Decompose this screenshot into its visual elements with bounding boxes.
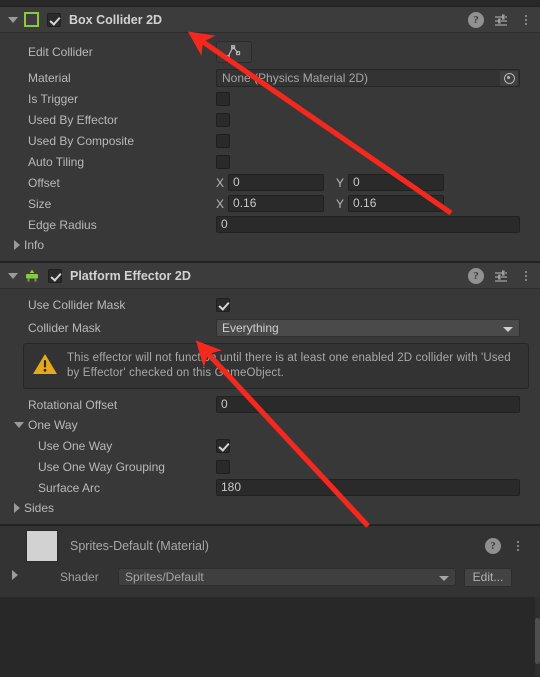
platform-effector-2d-enabled-checkbox[interactable] — [48, 268, 62, 283]
platform-effector-2d-title: Platform Effector 2D — [70, 268, 191, 283]
material-label: Material — [28, 70, 71, 85]
edit-collider-icon — [225, 45, 241, 60]
row-used-by-composite: Used By Composite — [0, 130, 540, 151]
material-object-picker-icon[interactable] — [500, 70, 518, 86]
auto-tiling-checkbox[interactable] — [216, 154, 230, 169]
surface-arc-input[interactable]: 180 — [216, 479, 520, 496]
kebab-menu-icon[interactable] — [518, 268, 534, 284]
rotational-offset-label: Rotational Offset — [28, 397, 118, 412]
help-icon[interactable]: ? — [485, 538, 501, 554]
row-material: Material None (Physics Material 2D) — [0, 67, 540, 88]
use-one-way-checkbox[interactable] — [216, 438, 230, 453]
row-use-one-way-grouping: Use One Way Grouping — [0, 456, 540, 477]
row-surface-arc: Surface Arc 180 — [0, 477, 540, 498]
kebab-menu-icon[interactable] — [518, 12, 534, 28]
row-size: Size X 0.16 Y 0.16 — [0, 193, 540, 214]
use-one-way-grouping-label: Use One Way Grouping — [38, 459, 165, 474]
help-icon[interactable]: ? — [468, 267, 484, 284]
size-label: Size — [28, 196, 52, 211]
kebab-menu-icon[interactable] — [510, 538, 526, 554]
preset-icon[interactable] — [493, 12, 509, 28]
sides-foldout[interactable]: Sides — [0, 498, 540, 518]
size-x-axis-label: X — [216, 196, 225, 211]
offset-x-input[interactable]: 0 — [228, 174, 325, 191]
info-label: Info — [24, 238, 45, 252]
effector-warning-text: This effector will not function until th… — [67, 352, 511, 379]
shader-dropdown[interactable]: Sprites/Default — [118, 568, 456, 586]
edge-radius-input[interactable]: 0 — [216, 216, 520, 233]
collider-mask-label: Collider Mask — [28, 320, 101, 335]
size-y-axis-label: Y — [336, 196, 345, 211]
material-preview-header[interactable]: Sprites-Default (Material) ? — [0, 526, 540, 566]
info-foldout[interactable]: Info — [0, 235, 540, 255]
platform-effector-2d-icon — [24, 268, 40, 284]
material-shader-row: Shader Sprites/Default Edit... — [0, 566, 540, 588]
effector-warning-helpbox: This effector will not function until th… — [23, 343, 529, 389]
is-trigger-checkbox[interactable] — [216, 91, 230, 106]
use-one-way-label: Use One Way — [38, 438, 113, 453]
platform-effector-2d-header[interactable]: Platform Effector 2D ? — [0, 263, 540, 289]
use-one-way-grouping-checkbox[interactable] — [216, 459, 230, 474]
box-collider-2d-body: Edit Collider Material None (Physics Mat… — [0, 33, 540, 261]
auto-tiling-label: Auto Tiling — [28, 154, 85, 169]
used-by-composite-label: Used By Composite — [28, 133, 135, 148]
row-edge-radius: Edge Radius 0 — [0, 214, 540, 235]
one-way-foldout-icon[interactable] — [14, 422, 24, 428]
one-way-label: One Way — [28, 418, 78, 432]
is-trigger-label: Is Trigger — [28, 91, 79, 106]
row-is-trigger: Is Trigger — [0, 88, 540, 109]
platform-effector-2d-foldout-icon[interactable] — [8, 272, 18, 279]
material-preview-title: Sprites-Default (Material) — [70, 539, 209, 553]
box-collider-2d-icon — [24, 12, 39, 27]
rotational-offset-input[interactable]: 0 — [216, 396, 520, 413]
one-way-foldout[interactable]: One Way — [0, 415, 540, 435]
unity-inspector-panel: Box Collider 2D ? Edit Collider Material… — [0, 0, 540, 677]
size-y-input[interactable]: 0.16 — [348, 195, 445, 212]
edit-collider-label: Edit Collider — [28, 45, 93, 59]
use-collider-mask-label: Use Collider Mask — [28, 298, 126, 312]
row-use-one-way: Use One Way — [0, 435, 540, 456]
component-box-collider-2d: Box Collider 2D ? Edit Collider Material… — [0, 6, 540, 262]
material-preview-foldout-icon[interactable] — [12, 570, 18, 580]
offset-y-input[interactable]: 0 — [348, 174, 445, 191]
material-object-field[interactable]: None (Physics Material 2D) — [216, 68, 520, 87]
box-collider-2d-title: Box Collider 2D — [69, 12, 163, 27]
edge-radius-label: Edge Radius — [28, 217, 97, 232]
box-collider-2d-enabled-checkbox[interactable] — [47, 12, 61, 27]
material-value: None (Physics Material 2D) — [222, 70, 369, 85]
row-edit-collider: Edit Collider — [0, 37, 540, 67]
collider-mask-dropdown[interactable]: Everything — [216, 318, 520, 337]
shader-label: Shader — [60, 570, 99, 584]
shader-edit-button[interactable]: Edit... — [464, 567, 512, 587]
row-collider-mask: Collider Mask Everything — [0, 317, 540, 338]
sides-label: Sides — [24, 501, 55, 515]
platform-effector-2d-body: Use Collider Mask Collider Mask Everythi… — [0, 289, 540, 524]
used-by-composite-checkbox[interactable] — [216, 133, 230, 148]
used-by-effector-checkbox[interactable] — [216, 112, 230, 127]
row-auto-tiling: Auto Tiling — [0, 151, 540, 172]
row-rotational-offset: Rotational Offset 0 — [0, 394, 540, 415]
surface-arc-label: Surface Arc — [38, 480, 101, 495]
material-preview-block: Sprites-Default (Material) ? Shader Spri… — [0, 525, 540, 597]
help-icon[interactable]: ? — [468, 11, 484, 28]
row-used-by-effector: Used By Effector — [0, 109, 540, 130]
info-foldout-icon[interactable] — [14, 240, 20, 250]
warning-triangle-icon — [33, 354, 57, 374]
box-collider-2d-header[interactable]: Box Collider 2D ? — [0, 7, 540, 33]
component-platform-effector-2d: Platform Effector 2D ? Use Collider Mask… — [0, 262, 540, 525]
sides-foldout-icon[interactable] — [14, 503, 20, 513]
inspector-scrollbar-thumb[interactable] — [535, 618, 540, 664]
size-x-input[interactable]: 0.16 — [228, 195, 325, 212]
offset-y-axis-label: Y — [336, 175, 345, 190]
used-by-effector-label: Used By Effector — [28, 112, 118, 127]
use-collider-mask-checkbox[interactable] — [216, 298, 230, 312]
row-use-collider-mask: Use Collider Mask — [0, 293, 540, 317]
box-collider-2d-foldout-icon[interactable] — [8, 16, 18, 23]
edit-collider-button[interactable] — [216, 41, 252, 63]
preset-icon[interactable] — [493, 268, 509, 284]
offset-x-axis-label: X — [216, 175, 225, 190]
row-offset: Offset X 0 Y 0 — [0, 172, 540, 193]
material-preview-swatch — [26, 530, 58, 562]
offset-label: Offset — [28, 175, 60, 190]
